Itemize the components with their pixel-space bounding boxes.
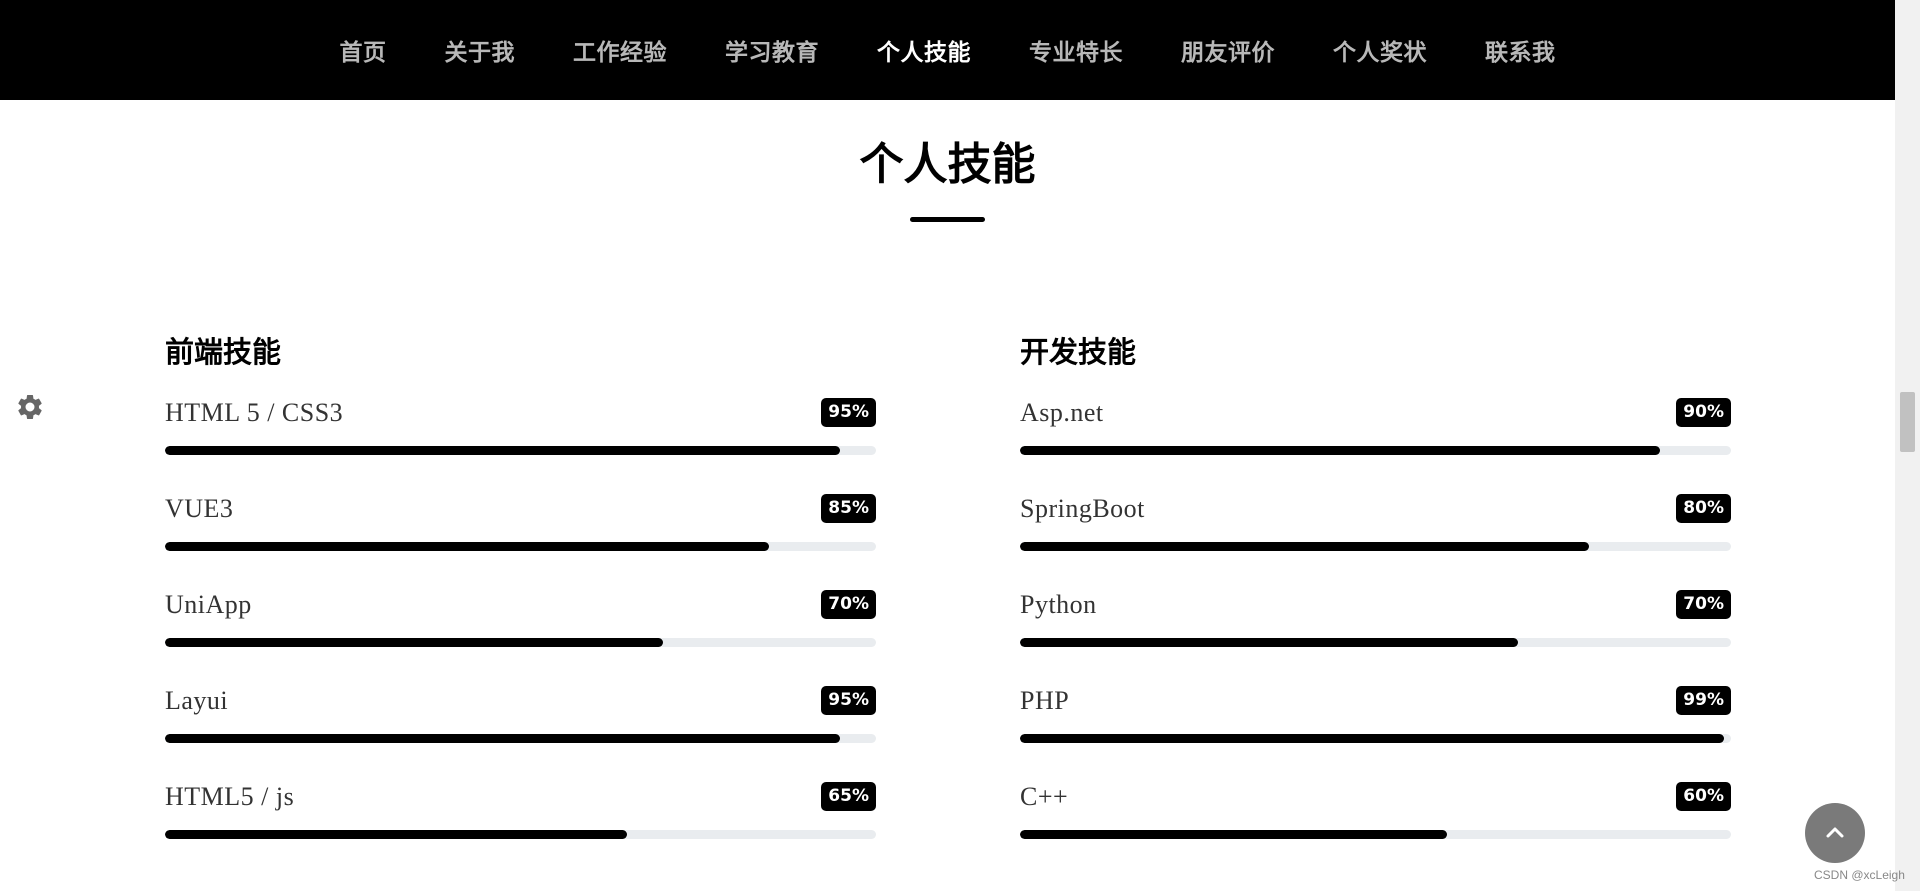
nav-item-education[interactable]: 学习教育 xyxy=(696,33,848,67)
skill-progress-fill xyxy=(1020,446,1660,455)
skill-row: HTML 5 / CSS3 95% xyxy=(165,374,876,470)
skill-percent-badge: 80% xyxy=(1676,494,1731,523)
frontend-skills-column: 前端技能 HTML 5 / CSS3 95% VUE3 85% UniApp 70% Lay… xyxy=(165,330,876,854)
skill-percent-badge: 65% xyxy=(821,782,876,811)
skill-name: HTML 5 / CSS3 xyxy=(165,398,344,427)
skill-progress-fill xyxy=(1020,830,1447,839)
skill-row: SpringBoot 80% xyxy=(1020,470,1731,566)
back-to-top-button[interactable] xyxy=(1805,803,1865,863)
backend-skills-column: 开发技能 Asp.net 90% SpringBoot 80% Python 70% PHP… xyxy=(1020,330,1731,854)
skill-name: VUE3 xyxy=(165,494,234,523)
skill-percent-badge: 60% xyxy=(1676,782,1731,811)
skill-progress-fill xyxy=(1020,734,1724,743)
skill-progress-fill xyxy=(165,542,770,551)
skill-progress-track xyxy=(165,542,876,551)
skill-name: SpringBoot xyxy=(1020,494,1145,523)
frontend-skills-list: HTML 5 / CSS3 95% VUE3 85% UniApp 70% Layui 95%… xyxy=(165,374,876,854)
gear-icon[interactable] xyxy=(15,392,45,422)
skill-progress-track xyxy=(1020,446,1731,455)
skill-progress-track xyxy=(1020,734,1731,743)
watermark-text: CSDN @xcLeigh xyxy=(1814,868,1905,882)
nav-item-about[interactable]: 关于我 xyxy=(416,33,545,67)
skill-percent-badge: 95% xyxy=(821,686,876,715)
skill-progress-track xyxy=(165,446,876,455)
skill-row: PHP 99% xyxy=(1020,662,1731,758)
skill-row: Python 70% xyxy=(1020,566,1731,662)
chevron-up-icon xyxy=(1826,827,1844,838)
skill-progress-track xyxy=(165,734,876,743)
page-title: 个人技能 xyxy=(859,139,1036,190)
nav-menu: 首页 关于我 工作经验 学习教育 个人技能 专业特长 朋友评价 个人奖状 联系我 xyxy=(311,33,1585,67)
skill-name: Asp.net xyxy=(1020,398,1104,427)
skill-row: UniApp 70% xyxy=(165,566,876,662)
title-underline xyxy=(910,217,985,222)
skill-name: Layui xyxy=(165,686,229,715)
skill-percent-badge: 90% xyxy=(1676,398,1731,427)
skill-progress-fill xyxy=(165,734,841,743)
skill-progress-fill xyxy=(1020,638,1518,647)
skill-progress-track xyxy=(165,830,876,839)
skill-name: C++ xyxy=(1020,782,1069,811)
top-navbar: 首页 关于我 工作经验 学习教育 个人技能 专业特长 朋友评价 个人奖状 联系我 xyxy=(0,0,1895,100)
skill-percent-badge: 70% xyxy=(821,590,876,619)
nav-item-testimonials[interactable]: 朋友评价 xyxy=(1152,33,1304,67)
backend-skills-list: Asp.net 90% SpringBoot 80% Python 70% PHP 99% C+… xyxy=(1020,374,1731,854)
backend-skills-heading: 开发技能 xyxy=(1020,335,1137,369)
skill-progress-fill xyxy=(165,446,841,455)
skill-percent-badge: 99% xyxy=(1676,686,1731,715)
skill-name: UniApp xyxy=(165,590,252,619)
nav-item-home[interactable]: 首页 xyxy=(311,33,416,67)
skill-row: C++ 60% xyxy=(1020,758,1731,854)
skill-progress-track xyxy=(165,638,876,647)
skill-percent-badge: 85% xyxy=(821,494,876,523)
nav-item-awards[interactable]: 个人奖状 xyxy=(1304,33,1456,67)
skill-percent-badge: 70% xyxy=(1676,590,1731,619)
skill-row: VUE3 85% xyxy=(165,470,876,566)
frontend-skills-heading: 前端技能 xyxy=(165,335,282,369)
nav-item-contact[interactable]: 联系我 xyxy=(1456,33,1585,67)
skill-progress-fill xyxy=(165,830,628,839)
skill-progress-fill xyxy=(1020,542,1589,551)
skill-name: HTML5 / js xyxy=(165,782,295,811)
page-scrollbar[interactable] xyxy=(1895,0,1920,891)
nav-item-skills[interactable]: 个人技能 xyxy=(848,33,1000,67)
skill-row: Layui 95% xyxy=(165,662,876,758)
skill-progress-fill xyxy=(165,638,663,647)
skill-progress-track xyxy=(1020,830,1731,839)
skill-percent-badge: 95% xyxy=(821,398,876,427)
skill-progress-track xyxy=(1020,638,1731,647)
skill-row: HTML5 / js 65% xyxy=(165,758,876,854)
skill-name: Python xyxy=(1020,590,1097,619)
scrollbar-thumb[interactable] xyxy=(1900,392,1915,452)
nav-item-work-experience[interactable]: 工作经验 xyxy=(544,33,696,67)
skill-name: PHP xyxy=(1020,686,1070,715)
skill-progress-track xyxy=(1020,542,1731,551)
nav-item-specialties[interactable]: 专业特长 xyxy=(1000,33,1152,67)
skill-row: Asp.net 90% xyxy=(1020,374,1731,470)
